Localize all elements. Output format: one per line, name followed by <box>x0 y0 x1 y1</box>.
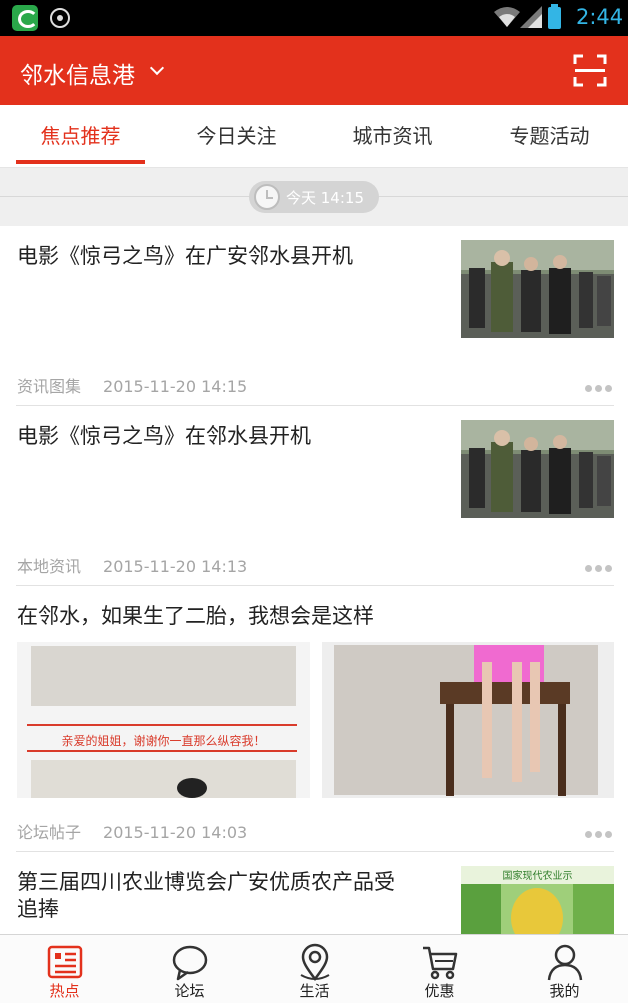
gps-icon <box>50 8 70 28</box>
tab-today[interactable]: 今日关注 <box>158 105 315 168</box>
more-options-icon[interactable] <box>585 377 615 392</box>
news-title[interactable]: 电影《惊弓之鸟》在广安邻水县开机 <box>17 243 353 270</box>
news-item[interactable]: 第三届四川农业博览会广安优质农产品受 追捧 国家现代农业示 <box>0 852 628 934</box>
news-title[interactable]: 第三届四川农业博览会广安优质农产品受 追捧 <box>17 869 395 923</box>
time-divider: 今天 14:15 <box>0 168 628 226</box>
refresh-time: 今天 14:15 <box>286 189 364 207</box>
more-options-icon[interactable] <box>585 823 615 838</box>
news-time: 2015-11-20 14:15 <box>103 377 248 396</box>
nav-deals[interactable]: 优惠 <box>377 935 502 1003</box>
tab-special-events[interactable]: 专题活动 <box>471 105 628 168</box>
clock-time: 2:44 <box>576 5 624 29</box>
news-thumbnail[interactable] <box>461 420 614 518</box>
news-title[interactable]: 电影《惊弓之鸟》在邻水县开机 <box>17 423 311 450</box>
signal-icon <box>520 6 542 28</box>
news-item[interactable]: 在邻水，如果生了二胎，我想会是这样 亲爱的姐姐，谢谢你一直那么纵容我！ 论坛帖子… <box>0 586 628 852</box>
news-image-right[interactable] <box>322 642 614 798</box>
nav-hot[interactable]: 热点 <box>2 935 127 1003</box>
status-bar: 2:44 <box>0 0 628 36</box>
app-header: 邻水信息港 <box>0 36 628 105</box>
time-pill: 今天 14:15 <box>249 181 379 213</box>
news-source: 资讯图集 <box>17 377 82 396</box>
news-image-left[interactable]: 亲爱的姐姐，谢谢你一直那么纵容我！ <box>17 642 310 798</box>
news-thumbnail[interactable] <box>461 240 614 338</box>
news-time: 2015-11-20 14:13 <box>103 557 248 576</box>
city-selector[interactable]: 邻水信息港 <box>20 56 135 90</box>
nav-forum[interactable]: 论坛 <box>127 935 252 1003</box>
news-meta: 资讯图集 2015-11-20 14:15 <box>17 373 247 397</box>
image-caption: 亲爱的姐姐，谢谢你一直那么纵容我！ <box>61 734 266 748</box>
nav-life[interactable]: 生活 <box>252 935 377 1003</box>
thumbnail-caption: 国家现代农业示 <box>502 871 573 882</box>
chevron-down-icon[interactable] <box>149 60 165 76</box>
wifi-icon <box>494 7 520 27</box>
news-meta: 本地资讯 2015-11-20 14:13 <box>17 553 247 577</box>
bottom-navigation: 热点 论坛 生活 优惠 我的 <box>0 934 628 1003</box>
news-time: 2015-11-20 14:03 <box>103 823 248 842</box>
news-source: 论坛帖子 <box>17 823 82 842</box>
nav-mine[interactable]: 我的 <box>502 935 627 1003</box>
news-item[interactable]: 电影《惊弓之鸟》在广安邻水县开机 资讯图集 2015-11-20 14:15 <box>0 226 628 406</box>
news-title[interactable]: 在邻水，如果生了二胎，我想会是这样 <box>17 603 374 630</box>
tab-focus[interactable]: 焦点推荐 <box>2 105 159 168</box>
scan-icon[interactable] <box>573 54 607 87</box>
news-source: 本地资讯 <box>17 557 82 576</box>
more-options-icon[interactable] <box>585 557 615 572</box>
tab-city-news[interactable]: 城市资讯 <box>314 105 471 168</box>
category-tabs: 焦点推荐 今日关注 城市资讯 专题活动 <box>0 105 628 168</box>
shopping-cart-icon <box>423 946 458 980</box>
news-icon <box>47 945 83 979</box>
app-notification-icon <box>12 5 38 31</box>
chat-bubble-icon <box>172 945 208 981</box>
location-pin-icon <box>300 943 330 981</box>
user-icon <box>547 944 583 981</box>
clock-icon <box>254 184 280 210</box>
news-meta: 论坛帖子 2015-11-20 14:03 <box>17 819 247 843</box>
active-tab-indicator <box>16 160 145 164</box>
news-item[interactable]: 电影《惊弓之鸟》在邻水县开机 本地资讯 2015-11-20 14:13 <box>0 406 628 586</box>
battery-icon <box>548 4 561 29</box>
